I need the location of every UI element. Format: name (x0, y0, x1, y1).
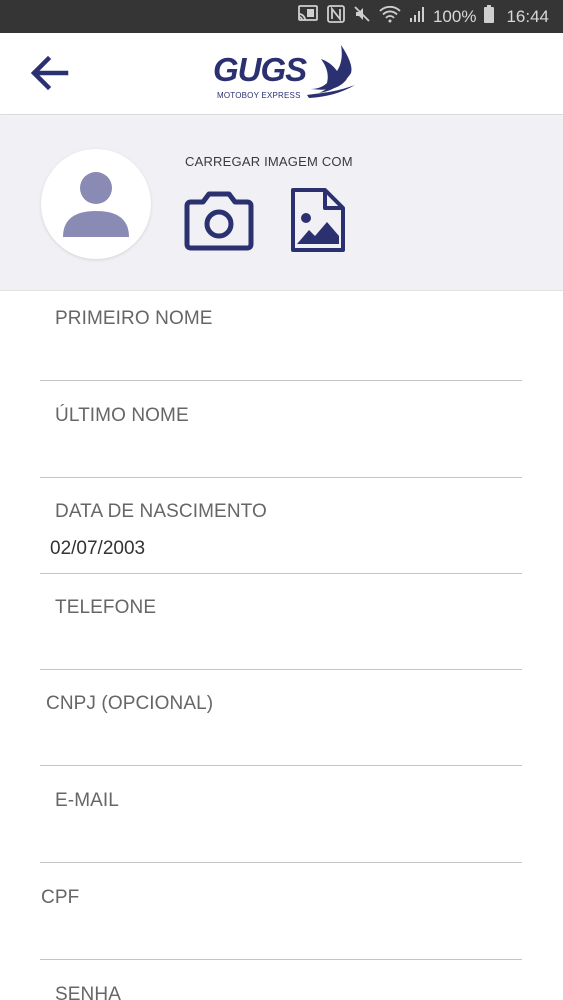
photo-upload-section: CARREGAR IMAGEM COM (0, 116, 563, 291)
last-name-field[interactable]: ÚLTIMO NOME (40, 381, 522, 478)
gallery-button[interactable] (289, 188, 345, 252)
battery-percent: 100% (432, 6, 477, 26)
birth-date-label: DATA DE NASCIMENTO (55, 501, 267, 522)
upload-image-label: CARREGAR IMAGEM COM (185, 154, 353, 169)
email-label: E-MAIL (55, 790, 119, 811)
cnpj-field[interactable]: CNPJ (OPCIONAL) (40, 669, 522, 766)
camera-button[interactable] (183, 188, 255, 252)
logo-text: GUGS (213, 51, 307, 88)
mute-icon (353, 5, 371, 28)
clock: 16:44 (506, 6, 549, 26)
bird-logo-icon (307, 45, 355, 98)
cnpj-label: CNPJ (OPCIONAL) (46, 693, 214, 714)
email-field[interactable]: E-MAIL (40, 766, 522, 863)
app-header: GUGS MOTOBOY EXPRESS (0, 33, 563, 115)
camera-icon (184, 191, 254, 251)
phone-label: TELEFONE (55, 597, 157, 618)
phone-field[interactable]: TELEFONE (40, 573, 522, 670)
birth-date-value: 02/07/2003 (50, 538, 146, 559)
last-name-label: ÚLTIMO NOME (55, 405, 189, 426)
cast-icon (297, 5, 319, 28)
password-label: SENHA (55, 984, 121, 1000)
first-name-field[interactable]: PRIMEIRO NOME (40, 284, 522, 381)
cpf-label: CPF (41, 887, 80, 908)
nfc-icon (327, 5, 345, 28)
arrow-left-icon (30, 55, 69, 91)
user-placeholder-icon (63, 172, 129, 237)
status-bar: 100% 16:44 (0, 0, 563, 33)
avatar[interactable] (41, 149, 151, 259)
first-name-label: PRIMEIRO NOME (55, 308, 213, 329)
cpf-field[interactable]: CPF (40, 863, 522, 960)
birth-date-field[interactable]: DATA DE NASCIMENTO 02/07/2003 (40, 477, 522, 574)
image-file-icon (291, 188, 345, 252)
back-button[interactable] (26, 53, 72, 93)
brand-logo: GUGS MOTOBOY EXPRESS (213, 43, 358, 107)
battery-icon (484, 5, 495, 28)
logo-subtitle: MOTOBOY EXPRESS (217, 91, 301, 100)
password-field[interactable]: SENHA (40, 960, 522, 1000)
signal-icon (409, 5, 425, 28)
wifi-icon (379, 5, 401, 28)
